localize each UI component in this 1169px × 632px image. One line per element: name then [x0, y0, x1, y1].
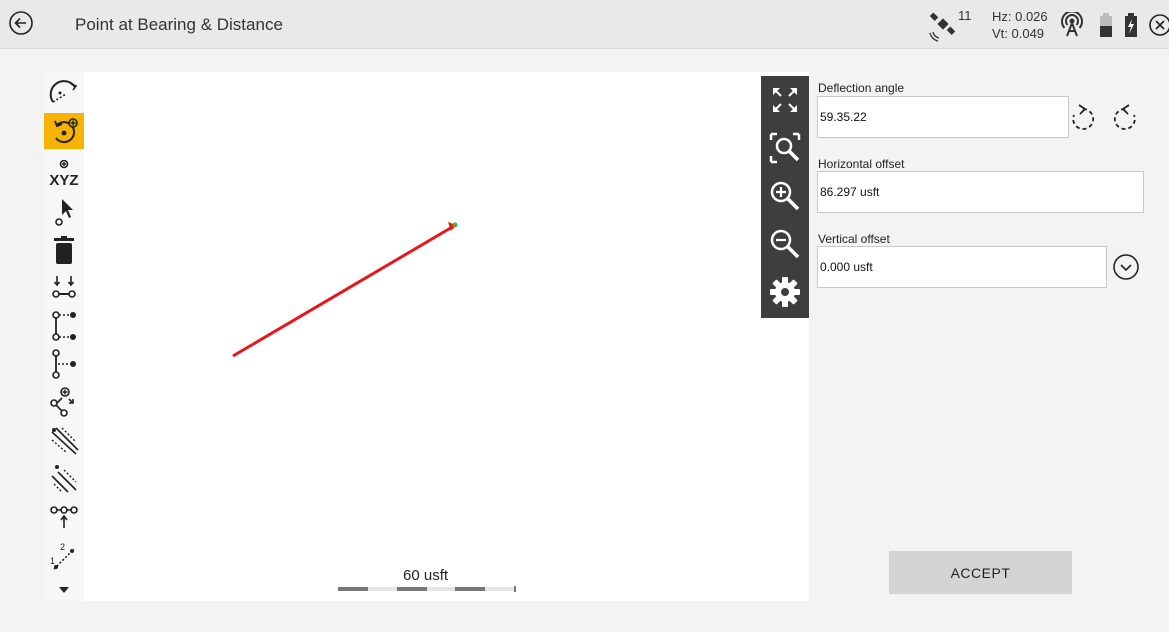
zoom-in-button[interactable] [761, 172, 809, 220]
select-point-icon [55, 199, 73, 226]
add-point-rotate-button[interactable] [44, 113, 84, 149]
battery-icon[interactable] [1099, 12, 1113, 38]
rotate-counterclockwise-icon[interactable] [1112, 103, 1138, 133]
chevron-down-circle-icon[interactable] [1112, 253, 1140, 281]
page-title: Point at Bearing & Distance [75, 15, 283, 34]
map-drawing [232, 222, 458, 358]
accept-button[interactable]: ACCEPT [889, 551, 1072, 594]
xyz-label: XYZ [49, 172, 78, 189]
horizontal-offset-label: Horizontal offset [818, 157, 905, 171]
svg-text:2: 2 [60, 542, 65, 552]
drawing-toolbar: XYZ 2 1 [44, 72, 84, 601]
satellite-count: 11 [958, 8, 972, 23]
line-offset-button[interactable] [44, 308, 84, 344]
chevron-down-icon[interactable] [56, 584, 72, 596]
hatch-line-button[interactable] [44, 422, 84, 458]
title-bar: Point at Bearing & Distance 11 Hz: 0.026… [0, 0, 1169, 49]
add-point-rotate-icon [54, 118, 78, 144]
select-point-button[interactable] [44, 194, 84, 230]
point-marker[interactable] [452, 222, 458, 228]
vertical-offset-input[interactable]: 0.000 usft [817, 246, 1107, 288]
zoom-window-button[interactable] [761, 124, 809, 172]
scale-bar [338, 586, 516, 592]
hatch-line-alt-button[interactable] [44, 460, 84, 496]
hz-precision: Hz: 0.026 [992, 9, 1048, 24]
precision-readout[interactable]: Hz: 0.026 Vt: 0.049 [992, 8, 1048, 42]
zoom-extents-icon [773, 88, 797, 112]
radio-link-icon[interactable] [1059, 12, 1085, 38]
scale-label: 60 usft [403, 567, 449, 584]
horizontal-offset-input[interactable]: 86.297 usft [817, 171, 1144, 213]
zoom-extents-button[interactable] [761, 76, 809, 124]
svg-text:1: 1 [50, 556, 55, 566]
numbered-points-button[interactable]: 2 1 [44, 538, 84, 574]
offset-line [232, 224, 455, 358]
join-points-icon [52, 276, 76, 298]
map-toolbar [761, 76, 809, 318]
deflection-angle-input[interactable]: 59.35.22 [817, 96, 1069, 138]
satellite-icon[interactable] [927, 12, 959, 42]
add-node-button[interactable] [44, 384, 84, 420]
rotate-clockwise-icon[interactable] [1070, 103, 1096, 133]
point-on-line-button[interactable] [44, 346, 84, 382]
hatch-line-icon [51, 427, 79, 455]
vertical-offset-label: Vertical offset [818, 232, 890, 246]
chain-points-button[interactable] [44, 498, 84, 534]
add-xyz-button[interactable]: XYZ [44, 156, 84, 192]
zoom-in-icon [770, 181, 800, 211]
arc-tool-button[interactable] [44, 76, 84, 112]
back-arrow-icon[interactable] [8, 10, 34, 36]
join-points-button[interactable] [44, 270, 84, 306]
line-offset-icon [52, 311, 76, 341]
zoom-out-icon [770, 229, 800, 259]
hatch-line-alt-icon [51, 465, 77, 493]
numbered-points-icon: 2 1 [50, 542, 75, 570]
map-settings-button[interactable] [761, 268, 809, 316]
zoom-out-button[interactable] [761, 220, 809, 268]
add-node-icon [50, 387, 74, 417]
map-settings-icon [770, 277, 800, 307]
close-icon[interactable] [1147, 12, 1169, 38]
charging-battery-icon[interactable] [1124, 12, 1138, 38]
vt-precision: Vt: 0.049 [992, 26, 1045, 41]
delete-icon [54, 236, 74, 264]
delete-button[interactable] [44, 232, 84, 268]
add-xyz-icon: XYZ [49, 159, 79, 189]
deflection-angle-label: Deflection angle [818, 81, 905, 95]
arc-tool-icon [49, 80, 78, 103]
chain-points-icon [50, 506, 78, 528]
map-canvas[interactable] [44, 72, 809, 601]
zoom-window-icon [769, 132, 801, 164]
point-on-line-icon [52, 349, 76, 379]
